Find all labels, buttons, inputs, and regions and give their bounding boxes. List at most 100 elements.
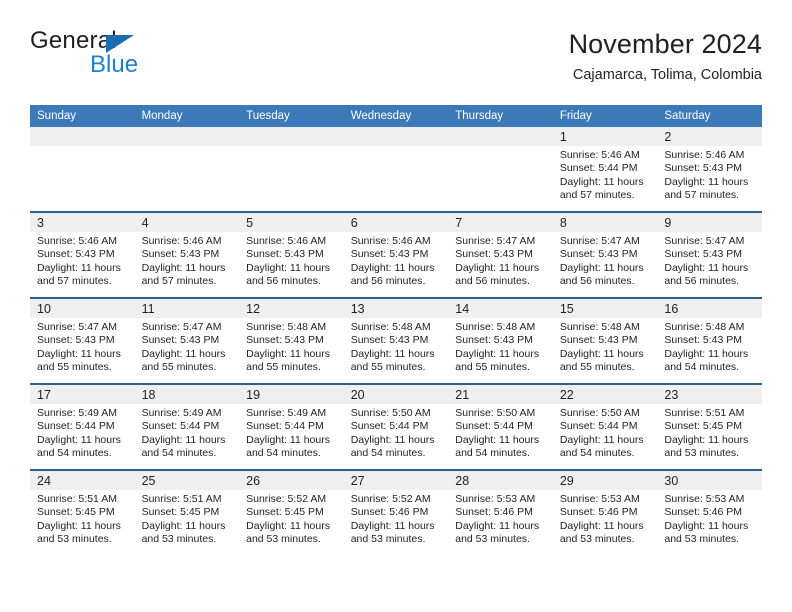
day-number-band: 24	[30, 471, 135, 490]
calendar-day-cell[interactable]: 23 Sunrise: 5:51 AM Sunset: 5:45 PM Dayligh…	[657, 383, 762, 470]
calendar-day-cell[interactable]: 6 Sunrise: 5:46 AM Sunset: 5:43 PM Daylight…	[343, 211, 449, 298]
day-number: 9	[664, 216, 672, 230]
day-box: 22 Sunrise: 5:50 AM Sunset: 5:44 PM Dayligh…	[552, 385, 658, 469]
day-number-band	[448, 127, 553, 146]
day-sun-info: Sunrise: 5:46 AM Sunset: 5:44 PM Daylight:…	[553, 146, 658, 203]
day-box: 8 Sunrise: 5:47 AM Sunset: 5:43 PM Daylight…	[552, 213, 658, 297]
day-info-line-daylight-l1: Daylight: 11 hours	[37, 347, 121, 360]
general-blue-logo[interactable]: General Blue	[30, 28, 230, 86]
day-info-line-sunrise: Sunrise: 5:49 AM	[37, 407, 117, 419]
day-info-line-daylight-l2: and 56 minutes.	[559, 275, 635, 288]
calendar-day-cell[interactable]: 22 Sunrise: 5:50 AM Sunset: 5:44 PM Dayligh…	[552, 383, 658, 470]
calendar-day-cell[interactable]: 20 Sunrise: 5:50 AM Sunset: 5:44 PM Dayligh…	[343, 383, 449, 470]
calendar-day-cell[interactable]: 13 Sunrise: 5:48 AM Sunset: 5:43 PM Dayligh…	[343, 297, 449, 384]
day-info-line-sunset: Sunset: 5:43 PM	[455, 248, 533, 261]
calendar-grid: Sunday Monday Tuesday Wednesday Thursday…	[30, 105, 762, 555]
day-info-line-daylight-l1: Daylight: 11 hours	[664, 347, 749, 360]
calendar-day-cell[interactable]: 28 Sunrise: 5:53 AM Sunset: 5:46 PM Dayligh…	[448, 469, 553, 555]
day-number: 15	[559, 302, 574, 316]
calendar-day-cell[interactable]: 15 Sunrise: 5:48 AM Sunset: 5:43 PM Dayligh…	[552, 297, 658, 384]
day-info-line-daylight-l2: and 56 minutes.	[455, 275, 530, 288]
day-box: 18 Sunrise: 5:49 AM Sunset: 5:44 PM Dayligh…	[134, 385, 240, 469]
calendar-header-row: Sunday Monday Tuesday Wednesday Thursday…	[30, 105, 762, 127]
day-info-line-daylight-l2: and 53 minutes.	[559, 533, 635, 546]
day-info-line-sunset: Sunset: 5:44 PM	[141, 420, 220, 433]
day-number: 22	[559, 388, 574, 402]
day-number: 21	[455, 388, 470, 402]
calendar-day-cell[interactable]: 5 Sunrise: 5:46 AM Sunset: 5:43 PM Daylight…	[239, 211, 344, 298]
day-info-line-sunrise: Sunrise: 5:47 AM	[37, 321, 117, 333]
day-box: 26 Sunrise: 5:52 AM Sunset: 5:45 PM Dayligh…	[239, 471, 344, 555]
day-number-band: 23	[657, 385, 762, 404]
day-info-line-daylight-l2: and 55 minutes.	[37, 361, 112, 374]
calendar-day-cell[interactable]: 26 Sunrise: 5:52 AM Sunset: 5:45 PM Dayligh…	[239, 469, 344, 555]
calendar-day-cell[interactable]: 24 Sunrise: 5:51 AM Sunset: 5:45 PM Dayligh…	[30, 469, 135, 555]
day-info-line-daylight-l2: and 53 minutes.	[664, 447, 740, 460]
calendar-day-cell[interactable]: 2 Sunrise: 5:46 AM Sunset: 5:43 PM Daylight…	[657, 127, 762, 212]
calendar-day-cell[interactable]: 19 Sunrise: 5:49 AM Sunset: 5:44 PM Dayligh…	[239, 383, 344, 470]
calendar-day-cell[interactable]: 29 Sunrise: 5:53 AM Sunset: 5:46 PM Dayligh…	[552, 469, 658, 555]
day-info-line-sunrise: Sunrise: 5:53 AM	[664, 493, 745, 505]
calendar-day-cell[interactable]: 7 Sunrise: 5:47 AM Sunset: 5:43 PM Daylight…	[448, 211, 553, 298]
day-number-band: 17	[30, 385, 135, 404]
day-box: 16 Sunrise: 5:48 AM Sunset: 5:43 PM Dayligh…	[657, 299, 762, 383]
day-box: 21 Sunrise: 5:50 AM Sunset: 5:44 PM Dayligh…	[448, 385, 553, 469]
day-number-band: 5	[239, 213, 344, 232]
day-info-line-daylight-l1: Daylight: 11 hours	[559, 347, 644, 360]
calendar-day-cell[interactable]: 27 Sunrise: 5:52 AM Sunset: 5:46 PM Dayligh…	[343, 469, 449, 555]
calendar-day-cell[interactable]: 1 Sunrise: 5:46 AM Sunset: 5:44 PM Daylight…	[552, 127, 658, 212]
day-number: 3	[37, 216, 44, 230]
day-number: 8	[559, 216, 567, 230]
day-info-line-daylight-l2: and 54 minutes.	[664, 361, 740, 374]
calendar-week-row: 10 Sunrise: 5:47 AM Sunset: 5:43 PM Dayligh…	[30, 297, 762, 384]
day-info-line-daylight-l2: and 55 minutes.	[350, 361, 426, 374]
calendar-day-cell[interactable]: 10 Sunrise: 5:47 AM Sunset: 5:43 PM Dayligh…	[30, 297, 135, 384]
calendar-day-cell[interactable]: 14 Sunrise: 5:48 AM Sunset: 5:43 PM Dayligh…	[448, 297, 553, 384]
day-sun-info: Sunrise: 5:50 AM Sunset: 5:44 PM Daylight:…	[553, 404, 658, 461]
day-info-line-sunset: Sunset: 5:46 PM	[664, 506, 743, 519]
day-box: 28 Sunrise: 5:53 AM Sunset: 5:46 PM Dayligh…	[448, 471, 553, 555]
day-info-line-sunrise: Sunrise: 5:50 AM	[559, 407, 640, 419]
weekday-header-thursday: Thursday	[448, 105, 553, 127]
day-info-line-sunset: Sunset: 5:44 PM	[559, 420, 638, 433]
day-number-band	[30, 127, 135, 146]
calendar-day-cell[interactable]: 4 Sunrise: 5:46 AM Sunset: 5:43 PM Daylight…	[134, 211, 240, 298]
day-number-band: 8	[552, 213, 658, 232]
day-info-line-daylight-l1: Daylight: 11 hours	[37, 519, 121, 532]
day-box: 13 Sunrise: 5:48 AM Sunset: 5:43 PM Dayligh…	[343, 299, 449, 383]
day-info-line-daylight-l1: Daylight: 11 hours	[559, 175, 644, 188]
calendar-day-cell[interactable]: 30 Sunrise: 5:53 AM Sunset: 5:46 PM Dayligh…	[657, 469, 762, 555]
day-info-line-sunset: Sunset: 5:44 PM	[350, 420, 429, 433]
day-number-band	[343, 127, 449, 146]
calendar-day-cell[interactable]: 21 Sunrise: 5:50 AM Sunset: 5:44 PM Dayligh…	[448, 383, 553, 470]
day-number-band: 28	[448, 471, 553, 490]
day-info-line-daylight-l2: and 57 minutes.	[141, 275, 217, 288]
calendar-day-cell[interactable]: 18 Sunrise: 5:49 AM Sunset: 5:44 PM Dayligh…	[134, 383, 240, 470]
calendar-week-row: 17 Sunrise: 5:49 AM Sunset: 5:44 PM Dayligh…	[30, 383, 762, 470]
day-info-line-sunrise: Sunrise: 5:51 AM	[664, 407, 745, 419]
calendar-day-cell[interactable]: 3 Sunrise: 5:46 AM Sunset: 5:43 PM Daylight…	[30, 211, 135, 298]
day-sun-info: Sunrise: 5:46 AM Sunset: 5:43 PM Daylight:…	[657, 146, 762, 203]
day-info-line-daylight-l2: and 54 minutes.	[559, 447, 635, 460]
calendar-day-cell[interactable]: 12 Sunrise: 5:48 AM Sunset: 5:43 PM Dayligh…	[239, 297, 344, 384]
day-info-line-daylight-l2: and 53 minutes.	[664, 533, 740, 546]
day-number: 23	[664, 388, 679, 402]
calendar-day-cell[interactable]: 11 Sunrise: 5:47 AM Sunset: 5:43 PM Dayligh…	[134, 297, 240, 384]
calendar-week-row: 1 Sunrise: 5:46 AM Sunset: 5:44 PM Daylight…	[30, 127, 762, 212]
calendar-day-cell[interactable]: 9 Sunrise: 5:47 AM Sunset: 5:43 PM Daylight…	[657, 211, 762, 298]
calendar-day-cell[interactable]: 25 Sunrise: 5:51 AM Sunset: 5:45 PM Dayligh…	[134, 469, 240, 555]
calendar-day-cell[interactable]: 16 Sunrise: 5:48 AM Sunset: 5:43 PM Dayligh…	[657, 297, 762, 384]
day-info-line-sunset: Sunset: 5:45 PM	[141, 506, 220, 519]
weekday-header-wednesday: Wednesday	[343, 105, 449, 127]
calendar-day-cell[interactable]: 8 Sunrise: 5:47 AM Sunset: 5:43 PM Daylight…	[552, 211, 658, 298]
day-info-line-sunrise: Sunrise: 5:47 AM	[141, 321, 222, 333]
day-box: 5 Sunrise: 5:46 AM Sunset: 5:43 PM Daylight…	[239, 213, 344, 297]
day-info-line-daylight-l2: and 53 minutes.	[455, 533, 530, 546]
day-box: 24 Sunrise: 5:51 AM Sunset: 5:45 PM Dayligh…	[30, 471, 135, 555]
calendar-day-cell[interactable]: 17 Sunrise: 5:49 AM Sunset: 5:44 PM Dayligh…	[30, 383, 135, 470]
day-box: 1 Sunrise: 5:46 AM Sunset: 5:44 PM Daylight…	[552, 127, 658, 211]
day-number-band: 7	[448, 213, 553, 232]
day-box: 23 Sunrise: 5:51 AM Sunset: 5:45 PM Dayligh…	[657, 385, 762, 469]
day-info-line-sunset: Sunset: 5:44 PM	[37, 420, 115, 433]
day-info-line-sunset: Sunset: 5:43 PM	[559, 334, 638, 347]
